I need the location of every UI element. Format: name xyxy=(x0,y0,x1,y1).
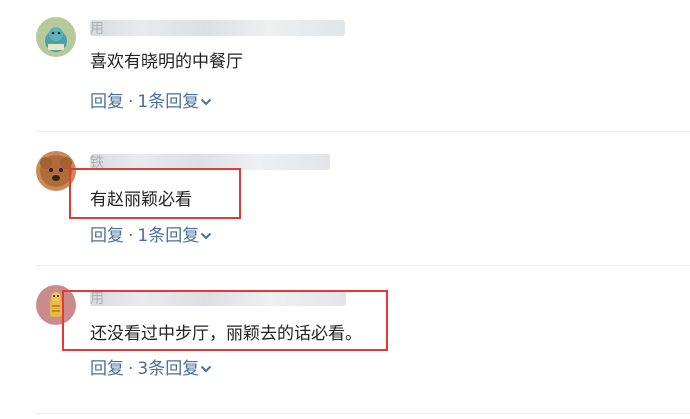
comment-item: 用 还没看过中步厅，丽颖去的话必看。 回复 · 3条回复 xyxy=(0,268,690,414)
comment-text: 喜欢有晓明的中餐厅 xyxy=(90,52,243,72)
avatar[interactable] xyxy=(36,285,76,325)
separator-dot: · xyxy=(128,359,134,379)
username-blur xyxy=(90,290,346,306)
username-text: 用 xyxy=(90,21,105,37)
comment-item: 用 喜欢有晓明的中餐厅 回复 · 1条回复 xyxy=(0,0,690,134)
view-replies-button[interactable]: 3条回复 xyxy=(137,359,212,379)
username[interactable]: 铁 xyxy=(90,154,330,172)
username-blur xyxy=(90,20,345,36)
comment-actions: 回复 · 1条回复 xyxy=(90,91,212,113)
chevron-down-icon xyxy=(200,358,212,380)
replies-count-label: 3条回复 xyxy=(137,359,200,379)
reply-button[interactable]: 回复 xyxy=(90,359,124,379)
comment-item: 铁 有赵丽颖必看 回复 · 1条回复 xyxy=(0,134,690,268)
username-text: 铁 xyxy=(90,155,105,171)
username[interactable]: 用 xyxy=(90,20,345,38)
comment-actions: 回复 · 1条回复 xyxy=(90,225,212,247)
divider xyxy=(36,413,690,414)
separator-dot: · xyxy=(128,92,134,112)
divider xyxy=(36,265,690,266)
replies-count-label: 1条回复 xyxy=(137,226,200,246)
separator-dot: · xyxy=(128,226,134,246)
avatar[interactable] xyxy=(36,151,76,191)
username-text: 用 xyxy=(90,291,105,307)
comment-actions: 回复 · 3条回复 xyxy=(90,358,212,380)
reply-button[interactable]: 回复 xyxy=(90,92,124,112)
chevron-down-icon xyxy=(200,225,212,247)
username[interactable]: 用 xyxy=(90,290,346,308)
reply-button[interactable]: 回复 xyxy=(90,226,124,246)
divider xyxy=(36,131,690,132)
username-blur xyxy=(90,154,330,170)
view-replies-button[interactable]: 1条回复 xyxy=(137,92,212,112)
comment-text: 还没看过中步厅，丽颖去的话必看。 xyxy=(90,324,362,344)
view-replies-button[interactable]: 1条回复 xyxy=(137,226,212,246)
avatar-image xyxy=(36,285,76,325)
replies-count-label: 1条回复 xyxy=(137,92,200,112)
avatar-image xyxy=(36,17,76,57)
avatar[interactable] xyxy=(36,17,76,57)
chevron-down-icon xyxy=(200,91,212,113)
avatar-image xyxy=(36,151,76,191)
comment-text: 有赵丽颖必看 xyxy=(90,190,192,210)
